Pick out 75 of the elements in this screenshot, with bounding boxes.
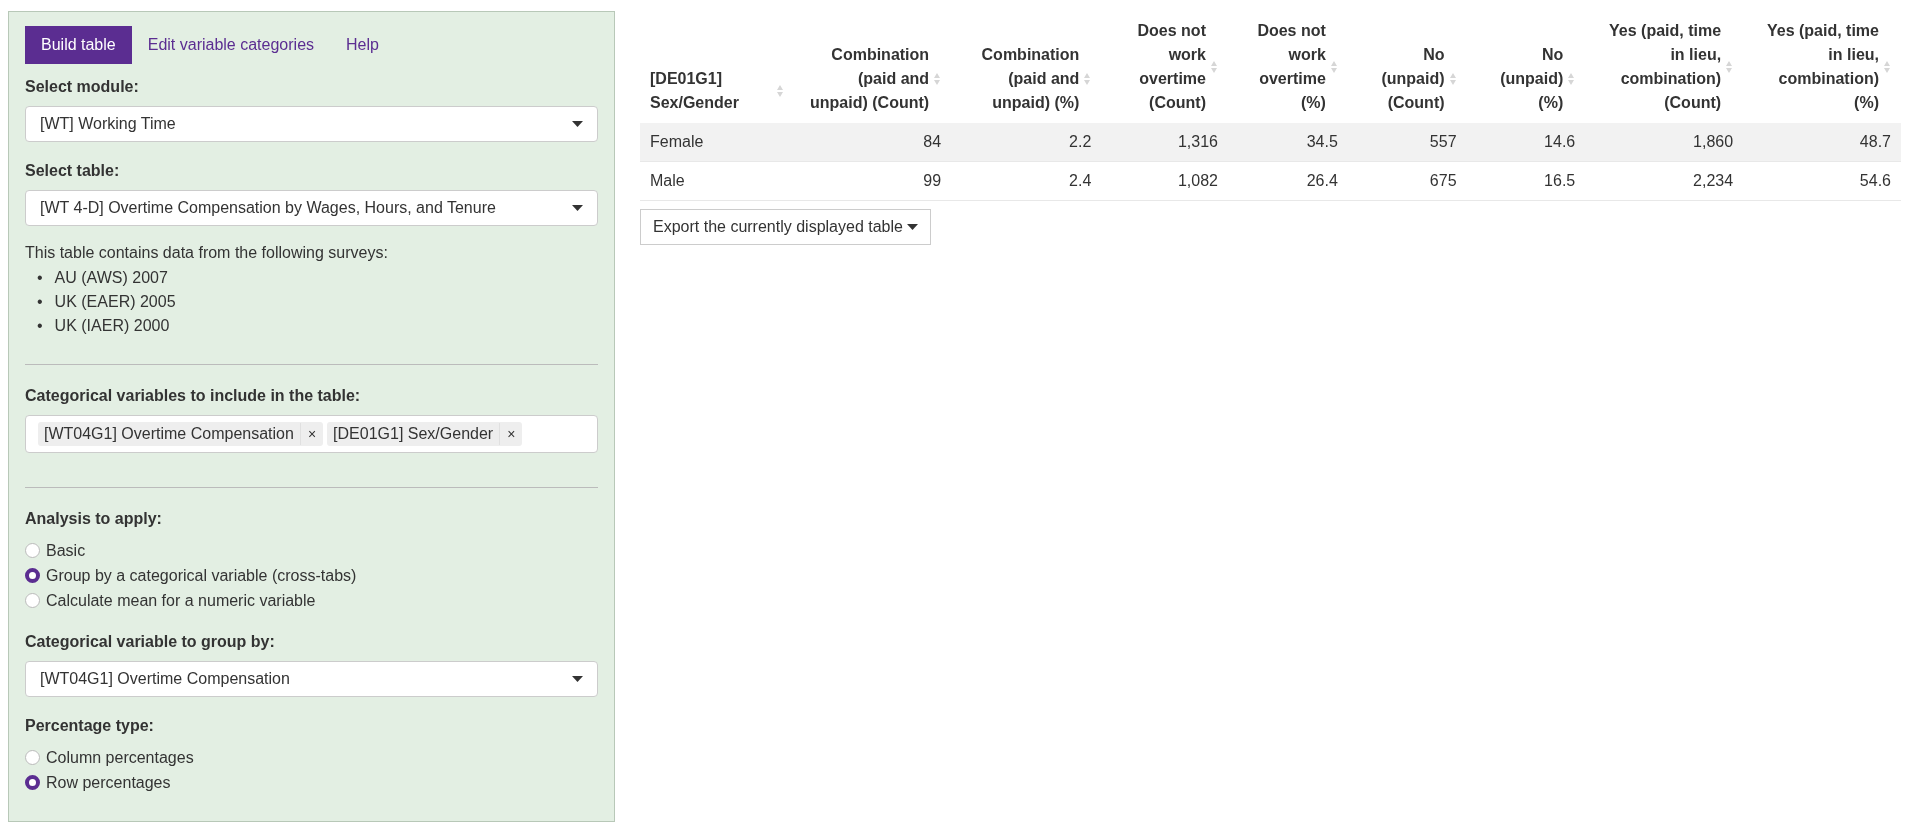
table-cell: 1,316 (1101, 123, 1228, 162)
radio-label[interactable]: Basic (46, 538, 86, 563)
sort-icon[interactable] (1083, 71, 1092, 87)
column-header[interactable]: Yes (paid, time in lieu, combination) (Count) (1595, 19, 1722, 115)
radio-button[interactable] (25, 568, 40, 583)
table-cell: Male (640, 161, 795, 201)
tab[interactable]: Help (330, 26, 395, 64)
sort-icon[interactable] (1883, 59, 1891, 75)
multi-select-field[interactable]: [WT04G1] Overtime Compensation × [DE01G1] Sex/Gender × (25, 415, 598, 453)
table-cell: 48.7 (1743, 123, 1901, 162)
survey-item: UK (EAER) 2005 (54, 292, 176, 312)
table-cell: 54.6 (1743, 161, 1901, 201)
table-cell: 84 (794, 123, 952, 162)
remove-tag-button[interactable]: × (299, 423, 324, 445)
dropdown-select[interactable]: [WT 4-D] Overtime Compensation by Wages, Hours, and Tenure (25, 190, 598, 226)
caret-icon (572, 121, 583, 127)
column-header[interactable]: No (unpaid) (Count) (1357, 43, 1445, 115)
dropdown-select[interactable]: [WT] Working Time (25, 106, 598, 142)
surveys-intro: This table contains data from the following surveys: (25, 244, 389, 262)
radio-label[interactable]: Row percentages (46, 770, 171, 795)
radio-label[interactable]: Group by a categorical variable (cross-tabs) (46, 563, 357, 588)
column-header[interactable]: Yes (paid, time in lieu, combination) (%) (1753, 19, 1879, 115)
field-label: Select table: (25, 162, 121, 180)
radio-button[interactable] (25, 593, 40, 608)
dropdown-select[interactable]: [WT04G1] Overtime Compensation (25, 661, 598, 697)
export-button[interactable]: Export the currently displayed table (640, 209, 931, 245)
table-cell: 2.4 (951, 161, 1102, 201)
table-cell: 26.4 (1227, 161, 1348, 201)
table-cell: Female (640, 123, 795, 162)
table-cell: 34.5 (1227, 123, 1348, 162)
sort-icon[interactable] (1448, 71, 1457, 87)
table-cell: 675 (1347, 161, 1467, 201)
tag-label: [WT04G1] Overtime Compensation (43, 424, 295, 444)
tab[interactable]: Build table (25, 26, 132, 64)
radio-button[interactable] (25, 775, 40, 790)
column-header[interactable]: Combination (paid and unpaid) (Count) (804, 43, 930, 115)
sort-icon[interactable] (933, 71, 942, 87)
tag-label: [DE01G1] Sex/Gender (332, 424, 495, 444)
remove-tag-button[interactable]: × (499, 423, 523, 445)
sort-icon[interactable] (1329, 59, 1338, 75)
bullet: • (37, 268, 43, 288)
bullet: • (37, 316, 43, 336)
field-label: Categorical variables to include in the table: (25, 387, 362, 405)
caret-icon (906, 224, 918, 230)
field-label: Categorical variable to group by: (25, 633, 276, 651)
table-cell: 2,234 (1585, 161, 1744, 201)
tab[interactable]: Edit variable categories (131, 26, 331, 64)
table-cell: 1,082 (1101, 161, 1228, 201)
survey-item: UK (IAER) 2000 (54, 316, 170, 336)
column-header[interactable]: Combination (paid and unpaid) (%) (961, 43, 1080, 115)
radio-button[interactable] (25, 750, 40, 765)
survey-item: AU (AWS) 2007 (54, 268, 168, 288)
radio-label[interactable]: Calculate mean for a numeric variable (46, 588, 316, 613)
caret-icon (572, 676, 583, 682)
table-cell: 14.6 (1466, 123, 1586, 162)
radio-label[interactable]: Column percentages (46, 745, 194, 770)
sort-icon[interactable] (1209, 59, 1218, 75)
sort-icon[interactable] (1725, 59, 1734, 75)
table-cell: 16.5 (1466, 161, 1586, 201)
column-header[interactable]: Does not work overtime (%) (1237, 19, 1326, 115)
table-cell: 557 (1347, 123, 1467, 162)
radio-button[interactable] (25, 543, 40, 558)
sort-icon[interactable] (1567, 71, 1576, 87)
caret-icon (572, 205, 583, 211)
table-cell: 1,860 (1585, 123, 1744, 162)
column-header[interactable]: Does not work overtime (Count) (1111, 19, 1206, 115)
column-header[interactable]: [DE01G1] Sex/Gender (650, 67, 773, 115)
bullet: • (37, 292, 43, 312)
table-cell: 99 (794, 161, 952, 201)
sort-icon[interactable] (776, 83, 785, 99)
column-header[interactable]: No (unpaid) (%) (1476, 43, 1564, 115)
field-label: Select module: (25, 78, 140, 96)
field-label: Analysis to apply: (25, 510, 163, 528)
field-label: Percentage type: (25, 717, 155, 735)
table-cell: 2.2 (951, 123, 1102, 162)
